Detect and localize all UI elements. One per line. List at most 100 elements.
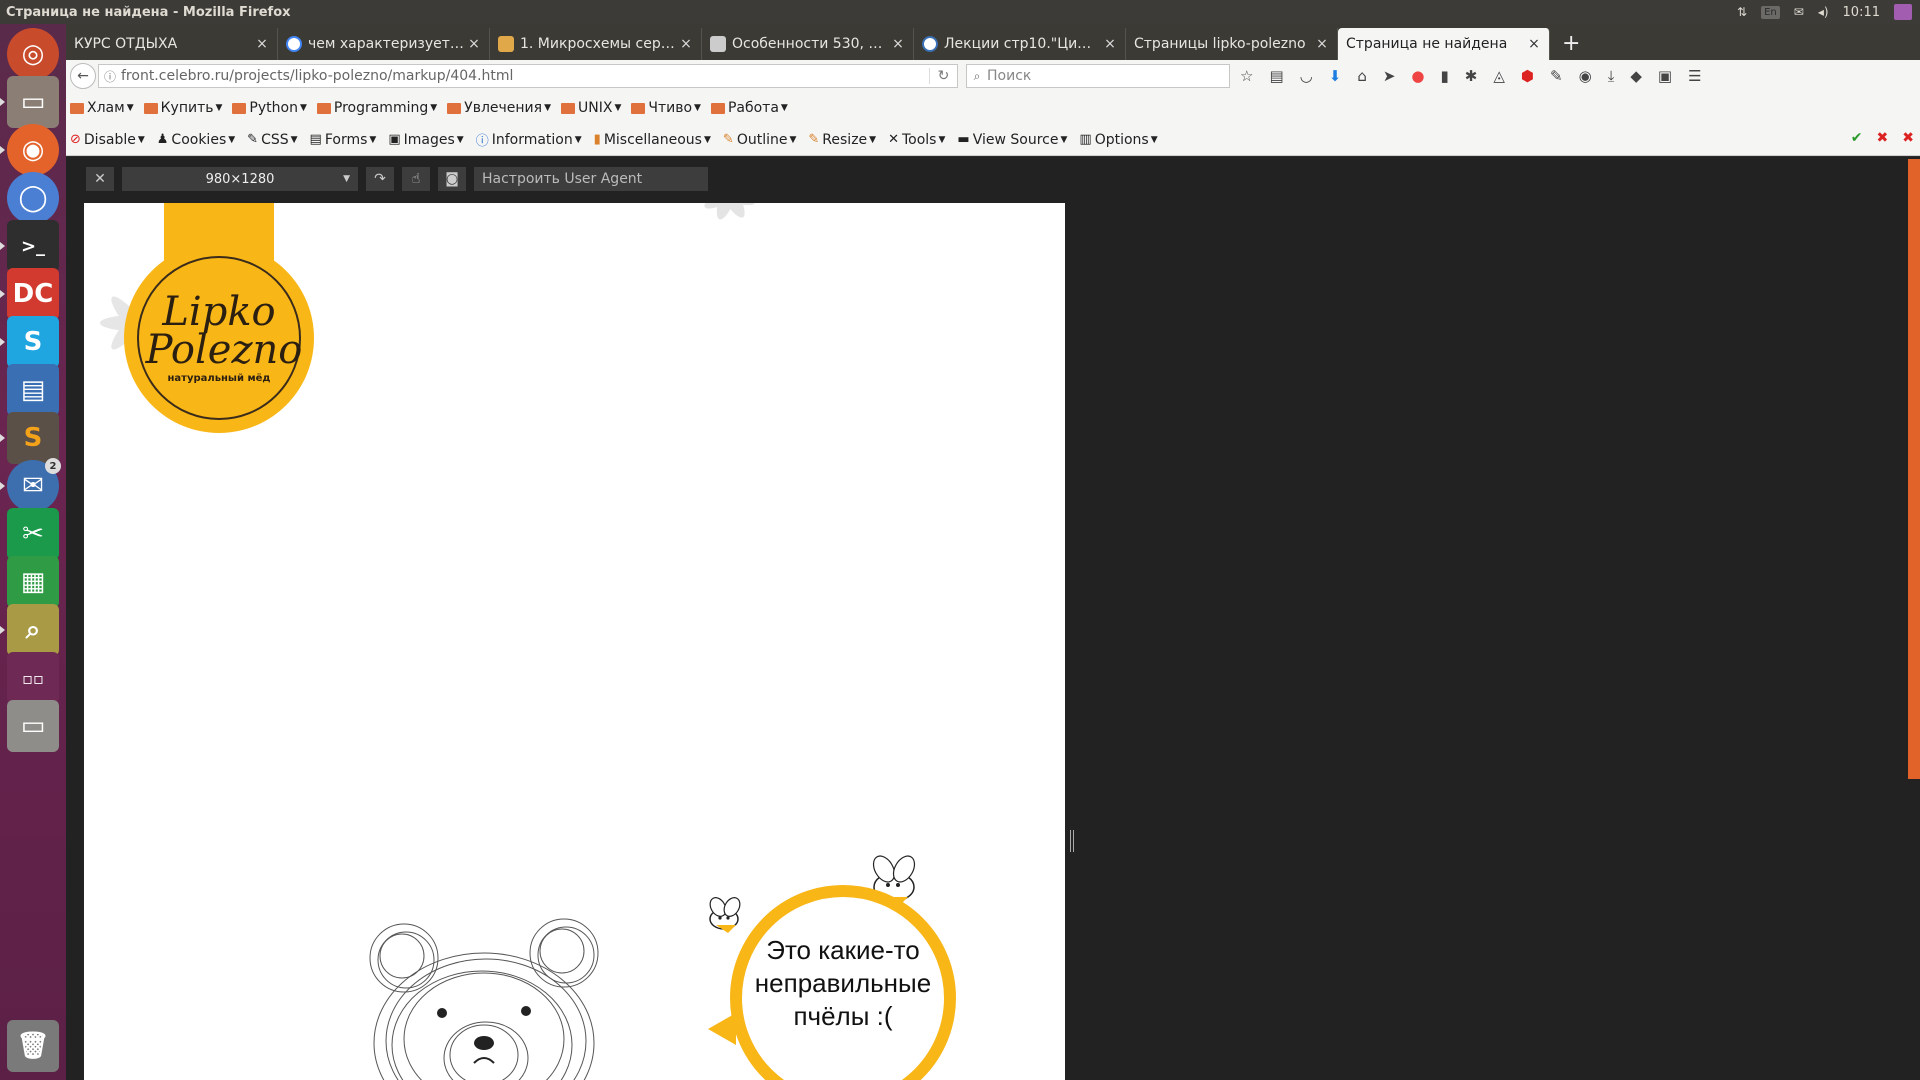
- trash-icon[interactable]: 🗑: [7, 1020, 59, 1072]
- home-icon[interactable]: ⌂: [1357, 67, 1367, 85]
- bookmark-folder[interactable]: Чтиво ▼: [631, 100, 701, 116]
- site-info-icon[interactable]: ⓘ: [99, 68, 121, 85]
- back-button[interactable]: ←: [70, 63, 96, 89]
- google-icon: [286, 36, 302, 52]
- close-icon[interactable]: ×: [1103, 36, 1117, 52]
- dev-menu-information[interactable]: ⓘ Information ▼: [476, 130, 582, 150]
- viewport-resize-handle[interactable]: [1070, 830, 1074, 852]
- network-icon[interactable]: ⇅: [1737, 5, 1747, 19]
- user-agent-input[interactable]: Настроить User Agent: [474, 167, 708, 191]
- bookmark-folder[interactable]: Хлам ▼: [70, 100, 134, 116]
- workspace-switcher-icon[interactable]: ▫▫: [7, 652, 59, 704]
- reload-icon[interactable]: ↻: [929, 68, 957, 84]
- pocket-icon[interactable]: ◡: [1300, 67, 1313, 85]
- dev-menu-forms[interactable]: ▤ Forms ▼: [310, 132, 377, 148]
- rotate-button[interactable]: ↷: [366, 167, 394, 191]
- close-responsive-button[interactable]: ✕: [86, 167, 114, 191]
- url-bar[interactable]: ⓘ front.celebro.ru/projects/lipko-polezn…: [98, 64, 958, 88]
- extension-icon[interactable]: ◆: [1630, 67, 1642, 85]
- bookmark-folder[interactable]: Увлечения ▼: [447, 100, 551, 116]
- close-icon[interactable]: ×: [255, 36, 269, 52]
- viewport-size-select[interactable]: 980×1280 ▼: [122, 167, 358, 191]
- menu-icon[interactable]: ☰: [1688, 67, 1701, 85]
- web-page[interactable]: Lipko Polezno натуральный мёд Это какие-…: [84, 203, 1065, 1080]
- search-box[interactable]: ⌕ Поиск: [966, 64, 1230, 88]
- skype-icon[interactable]: S: [0, 316, 59, 368]
- volume-icon[interactable]: ◂): [1818, 5, 1829, 19]
- tab[interactable]: 1. Микросхемы сер… ×: [490, 28, 702, 60]
- sublime-text-icon[interactable]: S: [0, 412, 59, 464]
- dev-menu-options[interactable]: ▥ Options ▼: [1079, 132, 1157, 148]
- touch-simulation-button[interactable]: ☝: [402, 167, 430, 191]
- close-icon[interactable]: ×: [679, 36, 693, 52]
- close-icon[interactable]: ×: [891, 36, 905, 52]
- reading-list-icon[interactable]: ▤: [1269, 67, 1283, 85]
- checkmark-icon[interactable]: ✔: [1851, 130, 1863, 146]
- downloads-icon[interactable]: ⤓: [1608, 67, 1615, 85]
- dev-menu-view-source[interactable]: ▬ View Source ▼: [957, 132, 1067, 148]
- extension-icon[interactable]: ▣: [1658, 67, 1672, 85]
- chevron-down-icon: ▼: [614, 103, 622, 113]
- terminal-icon[interactable]: >_: [0, 220, 59, 272]
- close-icon[interactable]: ×: [1315, 36, 1329, 52]
- dash-home-icon[interactable]: ◎: [7, 28, 59, 80]
- download-icon[interactable]: ⬇: [1329, 67, 1342, 85]
- send-icon[interactable]: ➤: [1383, 67, 1396, 85]
- bookmark-folder[interactable]: Python ▼: [232, 100, 307, 116]
- logo[interactable]: Lipko Polezno натуральный мёд: [124, 243, 314, 433]
- dev-menu-disable[interactable]: ⊘ Disable ▼: [70, 132, 145, 148]
- files-icon[interactable]: ▭: [0, 76, 59, 128]
- mail-icon[interactable]: ✉: [1794, 5, 1804, 19]
- drive-icon[interactable]: ▭: [7, 700, 59, 752]
- extension-icon[interactable]: ◬: [1493, 67, 1505, 85]
- tools-icon[interactable]: ✂: [7, 508, 59, 560]
- tab[interactable]: КУРС ОТДЫХА ×: [66, 28, 278, 60]
- tab-active[interactable]: Страница не найдена ×: [1338, 28, 1550, 60]
- dev-menu-cookies[interactable]: ♟ Cookies ▼: [157, 132, 235, 148]
- bookmark-folder[interactable]: Programming ▼: [316, 100, 437, 116]
- adblock-icon[interactable]: ⬢: [1521, 67, 1534, 85]
- clock[interactable]: 10:11: [1843, 5, 1880, 20]
- dev-menu-tools[interactable]: ✕ Tools ▼: [888, 132, 945, 148]
- new-tab-button[interactable]: +: [1550, 31, 1592, 60]
- thunderbird-icon[interactable]: ✉ 2: [0, 458, 61, 512]
- close-icon[interactable]: ×: [467, 36, 481, 52]
- writer-icon[interactable]: ▤: [7, 364, 59, 416]
- bookmark-label: UNIX: [577, 100, 613, 116]
- extension-icon[interactable]: ●: [1411, 67, 1424, 85]
- tab[interactable]: Лекции стр10."Ци… ×: [914, 28, 1126, 60]
- chevron-down-icon: ▼: [228, 134, 236, 145]
- scrollbar[interactable]: [1908, 159, 1920, 779]
- dev-menu-css[interactable]: ✎ CSS ▼: [247, 132, 297, 148]
- session-menu-icon[interactable]: [1894, 4, 1912, 20]
- firefox-icon[interactable]: ◉: [0, 124, 59, 176]
- screenshot-button[interactable]: ◙: [438, 167, 466, 191]
- clipboard-icon[interactable]: ▮: [1441, 67, 1449, 85]
- tab[interactable]: чем характеризует… ×: [278, 28, 490, 60]
- bookmark-star-icon[interactable]: ☆: [1240, 67, 1253, 85]
- close-icon[interactable]: ×: [1527, 36, 1541, 52]
- extension-icon[interactable]: ◉: [1579, 67, 1592, 85]
- dev-menu-outline[interactable]: ✎ Outline ▼: [723, 132, 796, 148]
- extension-icon[interactable]: ✱: [1465, 67, 1478, 85]
- url-text[interactable]: front.celebro.ru/projects/lipko-polezno/…: [121, 68, 929, 84]
- bookmark-folder[interactable]: Купить ▼: [143, 100, 222, 116]
- bookmark-folder[interactable]: UNIX ▼: [560, 100, 622, 116]
- extension-icon[interactable]: ✎: [1550, 67, 1563, 85]
- chromium-icon[interactable]: ◯: [7, 172, 59, 224]
- tab[interactable]: Особенности 530, … ×: [702, 28, 914, 60]
- logo-text: Lipko: [162, 288, 276, 335]
- dev-menu-label: Resize: [822, 131, 868, 148]
- close-toolbar-icon[interactable]: ✖: [1902, 130, 1914, 146]
- doublecmd-icon[interactable]: DC: [0, 268, 59, 320]
- keyboard-layout-indicator[interactable]: En: [1761, 5, 1780, 19]
- system-top-bar: Страница не найдена - Mozilla Firefox ⇅ …: [0, 0, 1920, 24]
- dev-menu-images[interactable]: ▣ Images ▼: [388, 132, 463, 148]
- error-icon[interactable]: ✖: [1877, 130, 1889, 146]
- bookmark-folder[interactable]: Работа ▼: [710, 100, 788, 116]
- image-viewer-icon[interactable]: ⌕: [0, 604, 59, 656]
- tab[interactable]: Страницы lipko-polezno ×: [1126, 28, 1338, 60]
- calc-icon[interactable]: ▦: [7, 556, 59, 608]
- dev-menu-miscellaneous[interactable]: ▮ Miscellaneous ▼: [594, 132, 711, 148]
- dev-menu-resize[interactable]: ✎ Resize ▼: [808, 132, 876, 148]
